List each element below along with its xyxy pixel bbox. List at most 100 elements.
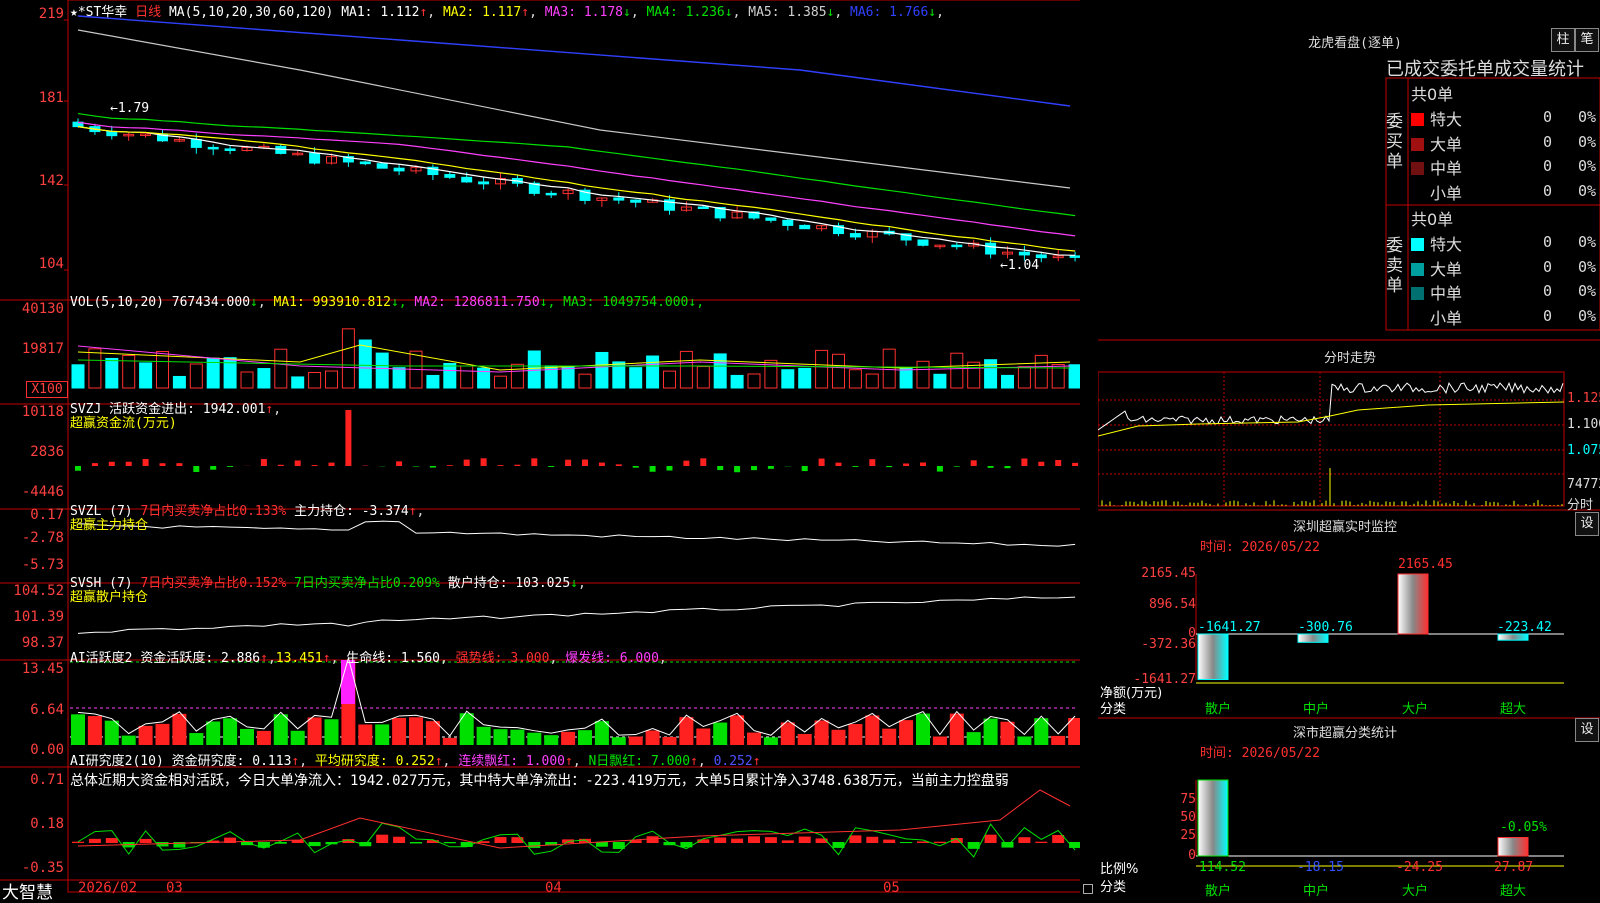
- ma-line-120: [78, 16, 1070, 106]
- flow-bar: [700, 458, 706, 466]
- activity-bar: [443, 738, 457, 745]
- volume-bar: [326, 371, 338, 388]
- activity-bar: [477, 727, 491, 745]
- volume-bar: [664, 371, 676, 388]
- intraday-ytick: 1.075: [1567, 443, 1600, 458]
- buy-row: 大单: [1411, 131, 1462, 155]
- candle-body: [546, 193, 556, 195]
- ai1-ytick: 6.64: [0, 702, 64, 718]
- sz-class-settings-button[interactable]: 设: [1575, 718, 1599, 742]
- activity-bar: [578, 730, 592, 745]
- kline-ytick: 219: [0, 6, 64, 22]
- order-size-label: 大单: [1430, 135, 1462, 154]
- vol-label: VOL(5,10,20): [70, 295, 164, 310]
- flow-bar: [599, 463, 605, 466]
- flow-bar: [464, 460, 470, 466]
- sz-monitor-ytick: 2165.45: [1098, 566, 1196, 581]
- sz-monitor-value-label: 2165.45: [1398, 557, 1453, 572]
- x-axis-label: 05: [883, 880, 900, 896]
- ma-arrow: ↓: [928, 5, 936, 20]
- research-bar: [647, 836, 659, 843]
- ai2-ytick: 0.18: [0, 816, 64, 832]
- research-bar: [765, 837, 777, 843]
- ai1-label: AI活跃度2: [70, 651, 132, 666]
- research-bar: [89, 839, 101, 843]
- volume-bar: [427, 375, 439, 388]
- ma-value-4: 1.236: [686, 5, 725, 20]
- svsh-ytick: 101.39: [0, 609, 64, 625]
- tick-mode-button[interactable]: 笔: [1575, 28, 1599, 52]
- activity-bar: [409, 717, 423, 745]
- activity-bar: [764, 737, 778, 745]
- research-bar: [444, 842, 456, 843]
- flow-bar: [1038, 462, 1044, 466]
- color-swatch: [1411, 238, 1424, 251]
- stock-name[interactable]: ★*ST华幸: [70, 5, 127, 20]
- order-size-label: 小单: [1430, 184, 1462, 203]
- sz-class-annotation: -0.05%: [1500, 820, 1547, 835]
- monitor-bar: [1398, 574, 1428, 634]
- kline-ytick: 104: [0, 256, 64, 272]
- sz-monitor-time: 时间: 2026/05/22: [1200, 536, 1320, 555]
- candle-body: [225, 149, 235, 151]
- activity-bar: [494, 729, 508, 745]
- flow-bar: [295, 460, 301, 466]
- ma-name: MA1:: [341, 5, 372, 20]
- order-percent: 0%: [1578, 133, 1596, 151]
- svzl-sub: 超赢主力持仓: [70, 514, 148, 533]
- flow-bar: [819, 459, 825, 466]
- ai2-v2: 0.252: [396, 754, 435, 769]
- volume-bar: [140, 363, 152, 388]
- lock-icon[interactable]: [1083, 884, 1093, 894]
- main-holding-line: [78, 521, 1075, 546]
- low-mark: ←1.04: [1000, 258, 1039, 273]
- ma-arrow: ↓: [623, 5, 631, 20]
- svzj-ytick: 2836: [0, 444, 64, 460]
- monitor-bar: [1198, 634, 1228, 679]
- svzj-ytick: -4446: [0, 484, 64, 500]
- volume-bar: [258, 369, 270, 388]
- sz-monitor-settings-button[interactable]: 设: [1575, 512, 1599, 536]
- activity-bar: [426, 721, 440, 745]
- activity-bar: [899, 720, 913, 745]
- flow-bar: [498, 465, 504, 466]
- color-swatch: [1411, 263, 1424, 276]
- activity-bar: [527, 733, 541, 745]
- flow-bar: [886, 466, 892, 467]
- ai1-text4: 强势线:: [456, 651, 503, 666]
- volume-bar: [393, 368, 405, 388]
- ai1-text5: 爆发线:: [565, 651, 612, 666]
- sz-class-ytick: 50: [1140, 810, 1196, 825]
- volume-bar: [173, 376, 185, 388]
- ai1-ytick: 13.45: [0, 661, 64, 677]
- column-mode-button[interactable]: 柱: [1551, 28, 1575, 52]
- svzj-value: 1942.001: [203, 402, 266, 417]
- ai1-text1: 资金活跃度:: [140, 651, 213, 666]
- vol-unit-badge[interactable]: X100: [26, 381, 68, 398]
- flow-bar: [802, 466, 808, 471]
- period-label[interactable]: 日线: [135, 5, 161, 20]
- ai2-label: AI研究度2(10): [70, 754, 164, 769]
- candle-body: [208, 147, 218, 149]
- flow-bar: [616, 464, 622, 466]
- ma-value-1: 1.112: [380, 5, 419, 20]
- vol-ytick: 40130: [0, 301, 64, 317]
- activity-bar: [240, 729, 254, 745]
- candle-body: [377, 164, 387, 168]
- activity-bar: [832, 730, 846, 745]
- research-bar: [849, 835, 861, 843]
- flow-bar: [227, 466, 233, 467]
- x-axis-label: 04: [545, 880, 562, 896]
- research-bar: [1052, 835, 1064, 843]
- buy-row: 中单: [1411, 155, 1462, 179]
- ai2-header: AI研究度2(10) 资金研究度: 0.113↑, 平均研究度: 0.252↑,…: [70, 750, 761, 769]
- flow-bar: [176, 463, 182, 466]
- flow-bar: [481, 458, 487, 466]
- research-bar: [900, 842, 912, 843]
- sz-monitor-category: 超大: [1500, 698, 1526, 717]
- vol-ma-values: MA1: 993910.812↓, MA2: 1286811.750↓, MA3…: [274, 295, 705, 310]
- candle-body: [1019, 252, 1029, 255]
- volume-bar: [917, 361, 929, 388]
- kline-ytick: 142: [0, 173, 64, 189]
- flow-bar: [1021, 458, 1027, 466]
